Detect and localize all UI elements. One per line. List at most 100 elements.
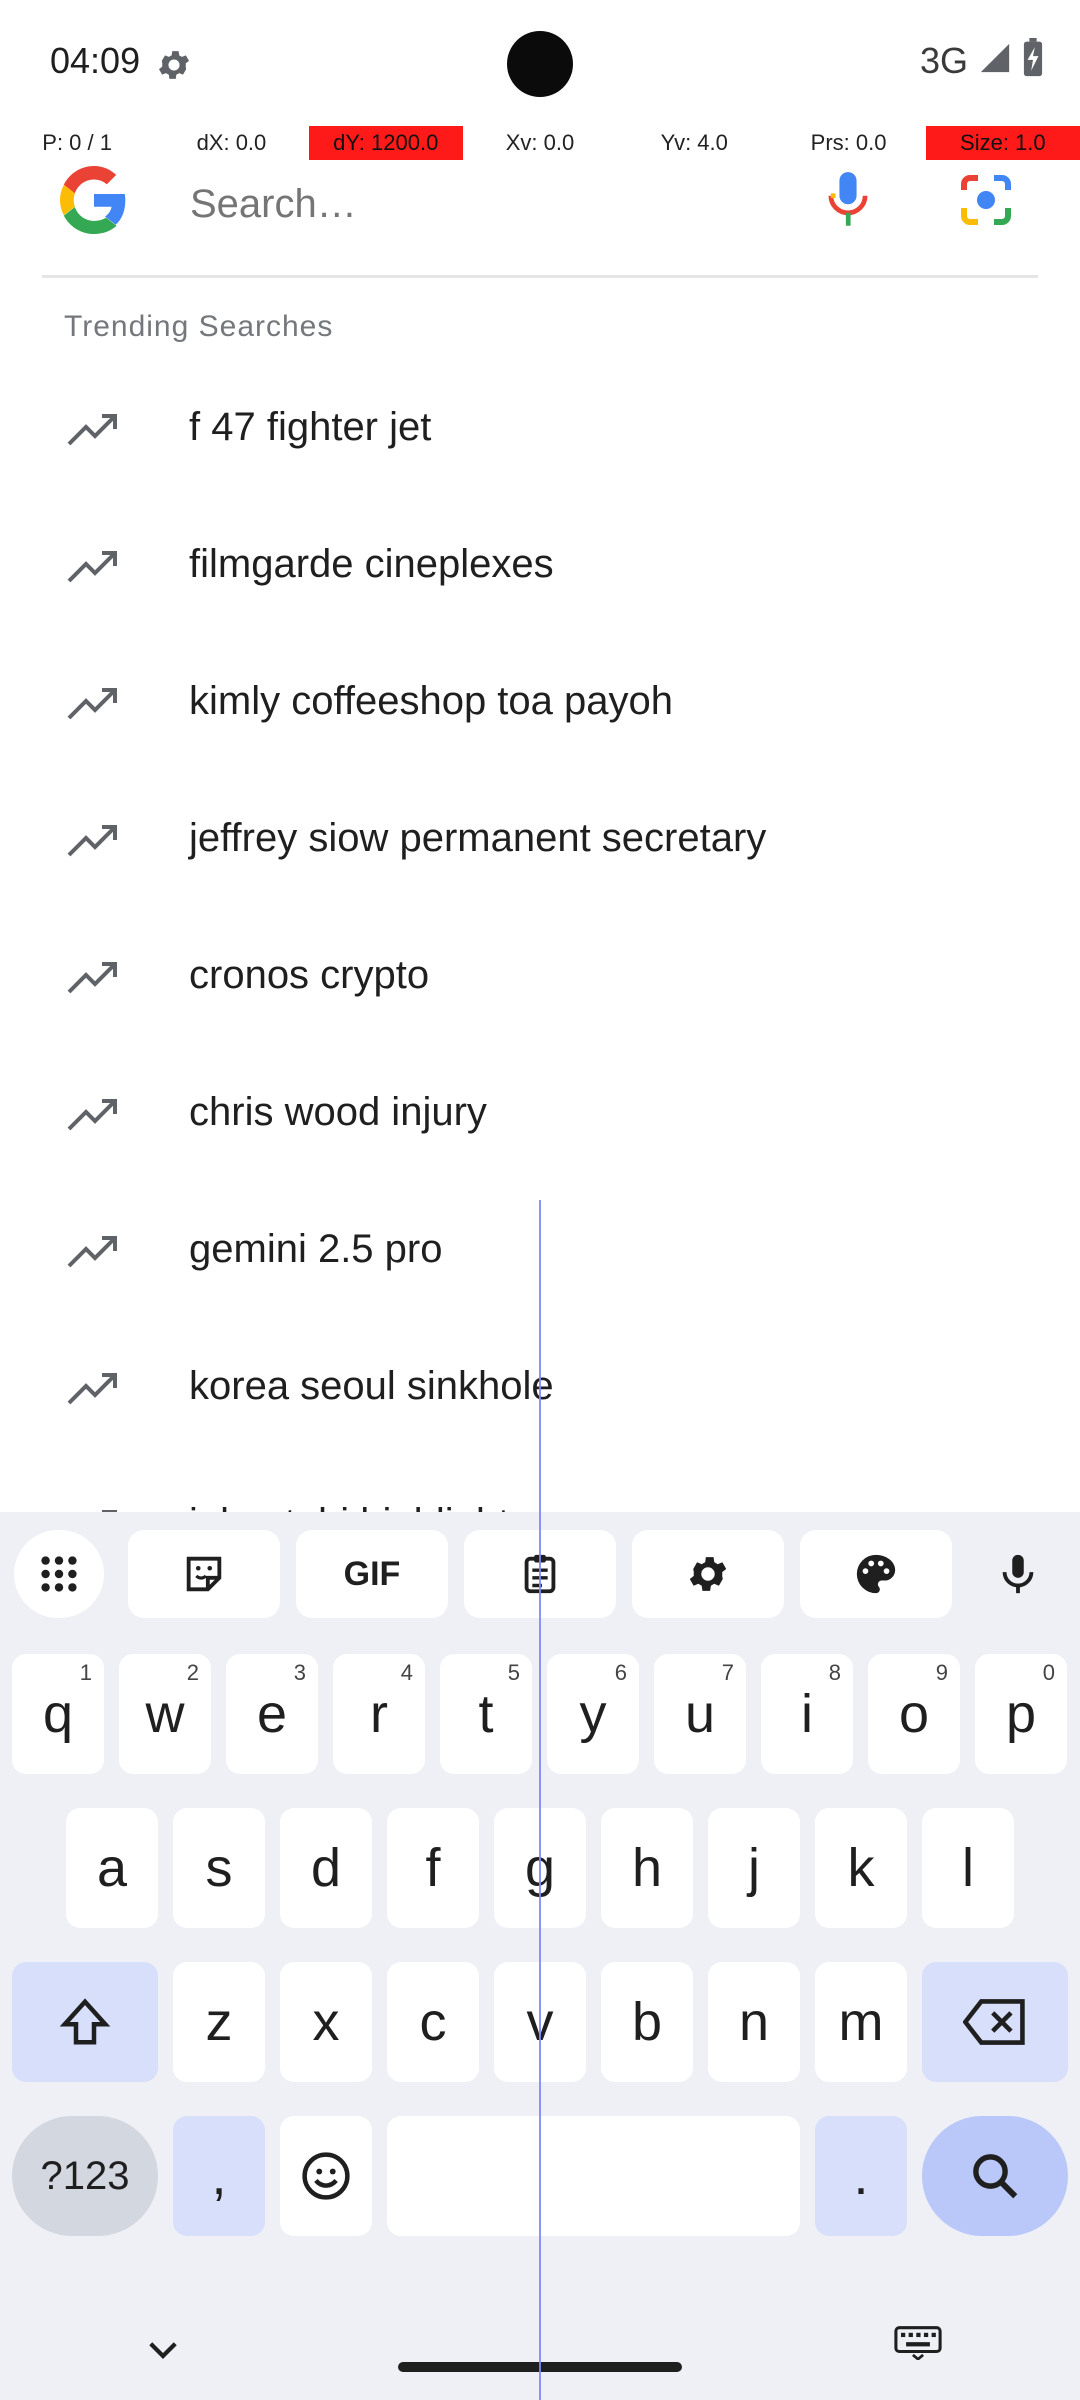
key-label: t bbox=[478, 1684, 494, 1744]
key-hint: 5 bbox=[507, 1660, 520, 1685]
keyboard-mic-button[interactable] bbox=[978, 1530, 1058, 1618]
status-bar: 04:09 3G bbox=[0, 0, 1080, 130]
key-t[interactable]: t5 bbox=[440, 1654, 532, 1774]
key-j[interactable]: j bbox=[708, 1808, 800, 1928]
key-u[interactable]: u7 bbox=[654, 1654, 746, 1774]
key-label: i bbox=[801, 1684, 813, 1744]
trending-item[interactable]: chris wood injury bbox=[0, 1047, 1080, 1184]
search-divider bbox=[42, 275, 1038, 278]
trending-item[interactable]: kimly coffeeshop toa payoh bbox=[0, 636, 1080, 773]
trending-item-label: korea seoul sinkhole bbox=[189, 1364, 554, 1408]
trending-item[interactable]: filmgarde cineplexes bbox=[0, 499, 1080, 636]
gif-button[interactable]: GIF bbox=[296, 1530, 448, 1618]
overlay-dy: dY: 1200.0 bbox=[308, 126, 463, 160]
key-b[interactable]: b bbox=[601, 1962, 693, 2082]
key-hint: 0 bbox=[1042, 1660, 1055, 1685]
key-q[interactable]: q1 bbox=[12, 1654, 104, 1774]
key-a[interactable]: a bbox=[66, 1808, 158, 1928]
key-n[interactable]: n bbox=[708, 1962, 800, 2082]
settings-gear-icon bbox=[155, 46, 193, 84]
sticker-icon bbox=[186, 1556, 222, 1592]
trending-item-label: filmgarde cineplexes bbox=[189, 542, 554, 586]
search-input[interactable] bbox=[188, 174, 752, 234]
emoji-key[interactable] bbox=[280, 2116, 372, 2236]
key-s[interactable]: s bbox=[173, 1808, 265, 1928]
key-hint: 7 bbox=[721, 1660, 734, 1685]
mic-icon bbox=[1002, 1554, 1034, 1594]
trending-item-label: cronos crypto bbox=[189, 953, 430, 997]
key-y[interactable]: y6 bbox=[547, 1654, 639, 1774]
search-key[interactable] bbox=[922, 2116, 1068, 2236]
space-key[interactable] bbox=[387, 2116, 800, 2236]
key-h[interactable]: h bbox=[601, 1808, 693, 1928]
trending-up-icon bbox=[66, 823, 120, 859]
key-i[interactable]: i8 bbox=[761, 1654, 853, 1774]
key-f[interactable]: f bbox=[387, 1808, 479, 1928]
key-label: w bbox=[145, 1684, 185, 1744]
key-hint: 8 bbox=[828, 1660, 841, 1685]
trending-item[interactable]: jeffrey siow permanent secretary bbox=[0, 773, 1080, 910]
apps-grid-icon bbox=[41, 1556, 77, 1592]
voice-search-mic-icon[interactable] bbox=[822, 170, 874, 230]
key-hint: 4 bbox=[400, 1660, 413, 1685]
key-hint: 1 bbox=[79, 1660, 92, 1685]
key-d[interactable]: d bbox=[280, 1808, 372, 1928]
theme-button[interactable] bbox=[800, 1530, 952, 1618]
key-label: p bbox=[1005, 1684, 1037, 1744]
period-key[interactable]: . bbox=[815, 2116, 907, 2236]
network-type: 3G bbox=[919, 39, 968, 81]
key-p[interactable]: p0 bbox=[975, 1654, 1067, 1774]
trending-item-label: f 47 fighter jet bbox=[189, 405, 432, 449]
key-label: o bbox=[898, 1684, 930, 1744]
backspace-icon bbox=[963, 1999, 1025, 2045]
trending-item-label: jalan tahi highlight bbox=[189, 1501, 509, 1512]
key-k[interactable]: k bbox=[815, 1808, 907, 1928]
keyboard-settings-button[interactable] bbox=[632, 1530, 784, 1618]
shift-key[interactable] bbox=[12, 1962, 158, 2082]
key-hint: 2 bbox=[186, 1660, 199, 1685]
trending-up-icon bbox=[66, 1371, 120, 1407]
key-z[interactable]: z bbox=[173, 1962, 265, 2082]
trending-up-icon bbox=[66, 960, 120, 996]
comma-key[interactable]: , bbox=[173, 2116, 265, 2236]
shift-icon bbox=[59, 1998, 111, 2045]
google-lens-icon[interactable] bbox=[958, 172, 1014, 228]
key-hint: 6 bbox=[614, 1660, 627, 1685]
trending-item[interactable]: cronos crypto bbox=[0, 910, 1080, 1047]
key-l[interactable]: l bbox=[922, 1808, 1014, 1928]
key-label: y bbox=[579, 1684, 607, 1744]
key-x[interactable]: x bbox=[280, 1962, 372, 2082]
google-logo-icon bbox=[60, 166, 128, 234]
key-w[interactable]: w2 bbox=[119, 1654, 211, 1774]
key-c[interactable]: c bbox=[387, 1962, 479, 2082]
key-m[interactable]: m bbox=[815, 1962, 907, 2082]
hide-keyboard-chevron-icon[interactable] bbox=[142, 2328, 184, 2375]
battery-charging-icon bbox=[1022, 38, 1044, 83]
status-icons: 3G bbox=[920, 38, 1044, 83]
front-camera-cutout bbox=[507, 31, 573, 97]
overlay-pointer-count: P: 0 / 1 bbox=[42, 130, 112, 155]
search-icon bbox=[973, 2154, 1018, 2199]
symbols-key[interactable]: ?123 bbox=[12, 2116, 158, 2236]
overlay-size: Size: 1.0 bbox=[925, 126, 1080, 160]
pointer-trail bbox=[539, 1200, 541, 2400]
pointer-overlay: P: 0 / 1 dX: 0.0 dY: 1200.0 Xv: 0.0 Yv: … bbox=[0, 126, 1080, 160]
apps-grid-button[interactable] bbox=[14, 1530, 104, 1618]
keyboard-switcher-icon[interactable] bbox=[894, 2326, 942, 2365]
trending-item-label: jeffrey siow permanent secretary bbox=[189, 816, 767, 860]
signal-icon bbox=[978, 41, 1012, 80]
key-e[interactable]: e3 bbox=[226, 1654, 318, 1774]
key-r[interactable]: r4 bbox=[333, 1654, 425, 1774]
trending-up-icon bbox=[66, 1097, 120, 1133]
palette-icon bbox=[856, 1554, 896, 1594]
trending-up-icon bbox=[66, 686, 120, 722]
sticker-button[interactable] bbox=[128, 1530, 280, 1618]
settings-icon bbox=[689, 1557, 727, 1591]
trending-title: Trending Searches bbox=[64, 310, 334, 343]
trending-up-icon bbox=[66, 412, 120, 448]
trending-item[interactable]: f 47 fighter jet bbox=[0, 362, 1080, 499]
key-o[interactable]: o9 bbox=[868, 1654, 960, 1774]
trending-up-icon bbox=[66, 1234, 120, 1270]
key-hint: 9 bbox=[935, 1660, 948, 1685]
backspace-key[interactable] bbox=[922, 1962, 1068, 2082]
